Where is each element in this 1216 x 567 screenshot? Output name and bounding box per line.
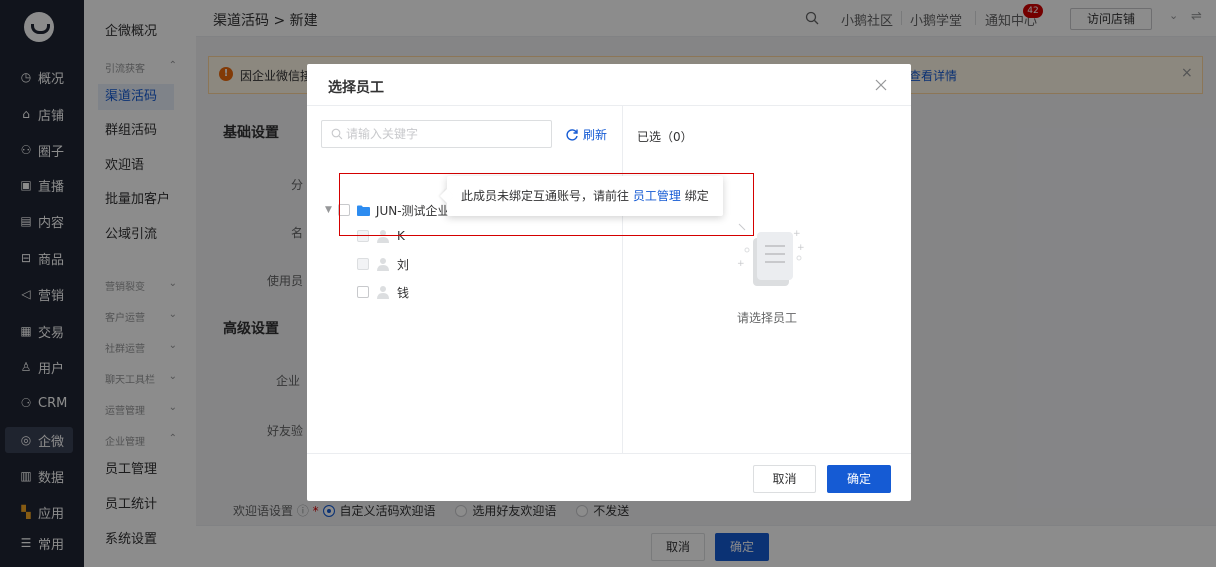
- member-name: 钱: [397, 285, 410, 300]
- staff-tree-pane: 刷新 ▼ JUN-测试企业-C K 刘 钱: [307, 106, 623, 453]
- dialog-cancel-button[interactable]: 取消: [753, 465, 816, 493]
- search-field[interactable]: [321, 120, 552, 148]
- svg-text:+: +: [793, 229, 801, 239]
- select-staff-dialog: 选择员工 刷新 ▼ JUN-测试企业-C K 刘: [307, 64, 911, 501]
- svg-text:+: +: [737, 259, 745, 269]
- selected-pane: 已选（0） + + + 请选择员工: [623, 106, 911, 453]
- staff-management-link[interactable]: 员工管理: [633, 189, 681, 203]
- search-input[interactable]: [346, 125, 546, 143]
- tree-node-member[interactable]: 刘: [357, 254, 409, 274]
- dialog-header: 选择员工: [307, 64, 911, 106]
- unbound-account-tooltip: 此成员未绑定互通账号，请前往 员工管理 绑定: [447, 176, 723, 216]
- selected-count: 已选（0）: [637, 130, 693, 144]
- tree-node-member[interactable]: 钱: [357, 282, 409, 302]
- refresh-icon: [566, 128, 578, 141]
- dialog-footer: 取消 确定: [307, 453, 911, 501]
- close-icon[interactable]: [873, 77, 889, 93]
- dialog-title: 选择员工: [328, 80, 384, 96]
- checkbox[interactable]: [357, 286, 369, 298]
- dialog-confirm-button[interactable]: 确定: [827, 465, 891, 493]
- svg-text:+: +: [797, 243, 805, 253]
- caret-down-icon[interactable]: ▼: [325, 205, 332, 215]
- search-icon: [331, 128, 343, 140]
- empty-placeholder-text: 请选择员工: [736, 311, 797, 325]
- person-icon: [377, 258, 389, 271]
- refresh-button[interactable]: 刷新: [565, 126, 607, 143]
- member-name: 刘: [397, 257, 410, 272]
- person-icon: [377, 286, 389, 299]
- checkbox[interactable]: [357, 258, 369, 270]
